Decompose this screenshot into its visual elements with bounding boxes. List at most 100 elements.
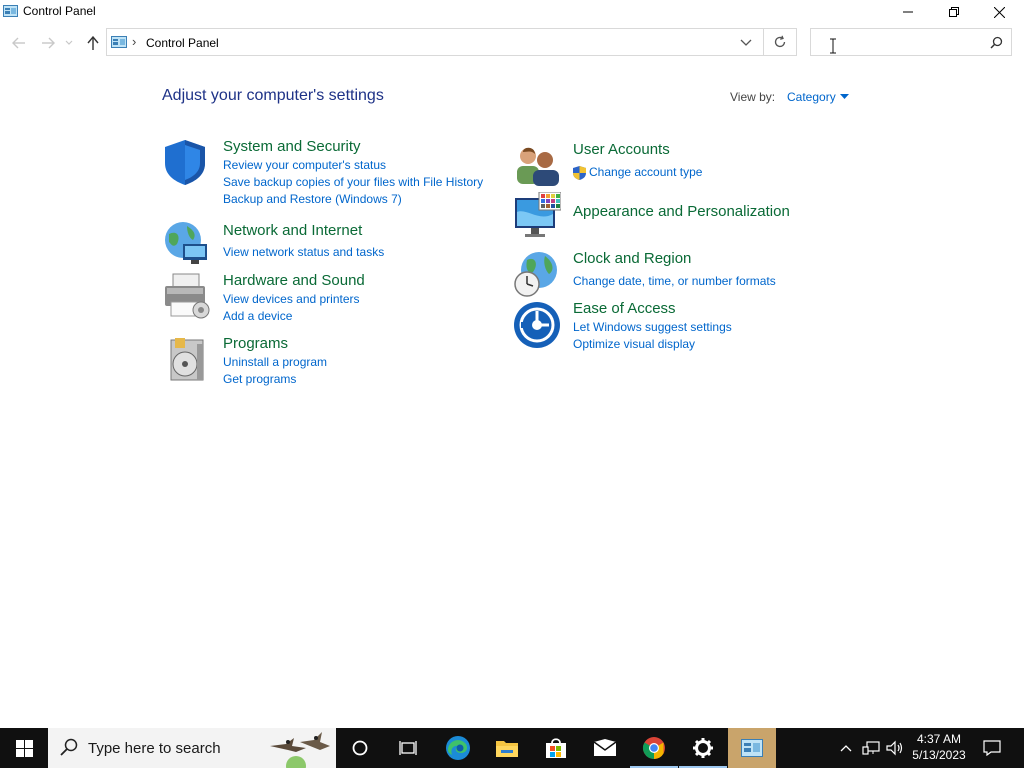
programs-link[interactable]: Programs (223, 335, 288, 352)
category-system-and-security: System and Security Review your computer… (163, 138, 493, 209)
refresh-button[interactable] (764, 28, 797, 56)
taskbar-search-box[interactable]: Type here to search (48, 728, 336, 768)
file-explorer-icon (496, 741, 518, 757)
minimize-button[interactable] (885, 0, 931, 24)
action-center-button[interactable] (978, 728, 1006, 768)
category-network-and-internet: Network and Internet View network status… (163, 220, 493, 268)
settings-button[interactable] (679, 728, 727, 768)
category-clock-and-region: Clock and Region Change date, time, or n… (513, 250, 843, 298)
edge-icon (446, 736, 470, 760)
search-box[interactable] (810, 28, 1012, 56)
network-globe-icon (165, 222, 207, 264)
taskbar-search-placeholder: Type here to search (88, 740, 221, 757)
category-ease-of-access: Ease of Access Let Windows suggest setti… (513, 300, 843, 351)
search-highlight-geese-icon (270, 732, 330, 768)
get-programs-link[interactable]: Get programs (223, 372, 296, 386)
cortana-icon (352, 740, 368, 756)
search-icon[interactable] (990, 36, 1003, 49)
ease-of-access-link[interactable]: Ease of Access (573, 300, 676, 317)
mail-button[interactable] (581, 728, 629, 768)
taskbar-clock[interactable]: 4:37 AM 5/13/2023 (905, 731, 973, 763)
devices-printers-link[interactable]: View devices and printers (223, 292, 360, 306)
volume-tray-button[interactable] (884, 728, 906, 768)
chevron-down-icon[interactable] (739, 37, 753, 49)
chevron-up-icon (840, 745, 852, 752)
notification-icon (983, 740, 1001, 756)
view-by-label: View by: (730, 90, 776, 104)
control-panel-icon (741, 739, 763, 757)
refresh-icon (774, 35, 786, 48)
store-button[interactable] (532, 728, 580, 768)
printer-icon (165, 273, 210, 319)
chrome-icon (643, 737, 665, 759)
speaker-icon (886, 740, 903, 756)
category-hardware-and-sound: Hardware and Sound View devices and prin… (163, 272, 493, 323)
recent-locations-button[interactable] (62, 34, 76, 52)
change-account-type-link[interactable]: Change account type (589, 165, 702, 179)
window-title: Control Panel (23, 4, 96, 18)
view-by-dropdown[interactable]: Category (787, 90, 836, 104)
optimize-display-link[interactable]: Optimize visual display (573, 337, 695, 351)
network-icon (862, 741, 880, 755)
breadcrumb-separator: › (132, 34, 137, 49)
navigation-bar: › Control Panel (0, 28, 1024, 58)
close-icon (993, 6, 1005, 18)
suggest-settings-link[interactable]: Let Windows suggest settings (573, 320, 732, 334)
edge-button[interactable] (434, 728, 482, 768)
uninstall-program-link[interactable]: Uninstall a program (223, 355, 327, 369)
forward-button[interactable] (38, 34, 58, 52)
shield-icon (165, 140, 205, 185)
caret-down-icon[interactable] (840, 94, 849, 99)
clock-and-region-link[interactable]: Clock and Region (573, 250, 691, 267)
forward-arrow-icon (42, 37, 55, 49)
task-view-button[interactable] (384, 728, 432, 768)
backup-restore-link[interactable]: Backup and Restore (Windows 7) (223, 192, 402, 206)
up-button[interactable] (83, 34, 103, 52)
settings-icon (693, 738, 713, 758)
restore-icon (949, 7, 959, 17)
user-accounts-link[interactable]: User Accounts (573, 141, 670, 158)
minimize-icon (903, 11, 913, 13)
category-user-accounts: User Accounts Change account type (513, 141, 843, 186)
taskbar: Type here to search 4:37 AM 5/13/2023 (0, 728, 1024, 768)
up-arrow-icon (87, 36, 99, 50)
category-programs: Programs Uninstall a program Get program… (163, 335, 493, 386)
programs-disc-icon (170, 338, 204, 381)
search-icon (60, 738, 78, 756)
mail-icon (593, 739, 617, 756)
cortana-button[interactable] (336, 728, 384, 768)
address-bar[interactable]: › Control Panel (106, 28, 764, 56)
file-explorer-button[interactable] (483, 728, 531, 768)
store-icon (546, 738, 566, 758)
back-arrow-icon (12, 37, 25, 49)
clock-globe-icon (514, 252, 557, 297)
close-button[interactable] (976, 0, 1022, 24)
hardware-and-sound-link[interactable]: Hardware and Sound (223, 272, 365, 289)
date-time-formats-link[interactable]: Change date, time, or number formats (573, 274, 776, 288)
add-device-link[interactable]: Add a device (223, 309, 292, 323)
page-title: Adjust your computer's settings (162, 87, 384, 104)
control-panel-taskbar-button[interactable] (728, 728, 776, 768)
file-history-link[interactable]: Save backup copies of your files with Fi… (223, 175, 483, 189)
search-input[interactable] (817, 33, 991, 53)
task-view-icon (399, 741, 417, 755)
users-icon (517, 147, 559, 186)
restore-button[interactable] (931, 0, 977, 24)
clock-time: 4:37 AM (916, 732, 962, 746)
breadcrumb-control-panel[interactable]: Control Panel (146, 36, 219, 50)
control-panel-icon (111, 36, 127, 48)
network-status-link[interactable]: View network status and tasks (223, 245, 384, 259)
network-tray-button[interactable] (860, 728, 882, 768)
start-button[interactable] (0, 728, 48, 768)
back-button[interactable] (9, 34, 29, 52)
title-bar: Control Panel (0, 0, 1024, 24)
review-status-link[interactable]: Review your computer's status (223, 158, 386, 172)
show-hidden-icons-button[interactable] (836, 728, 856, 768)
appearance-and-personalization-link[interactable]: Appearance and Personalization (573, 203, 790, 220)
monitor-palette-icon (515, 192, 561, 237)
windows-logo-icon (15, 739, 33, 757)
network-and-internet-link[interactable]: Network and Internet (223, 222, 362, 239)
chrome-button[interactable] (630, 728, 678, 768)
system-and-security-link[interactable]: System and Security (223, 138, 361, 155)
text-cursor-icon (830, 38, 836, 54)
